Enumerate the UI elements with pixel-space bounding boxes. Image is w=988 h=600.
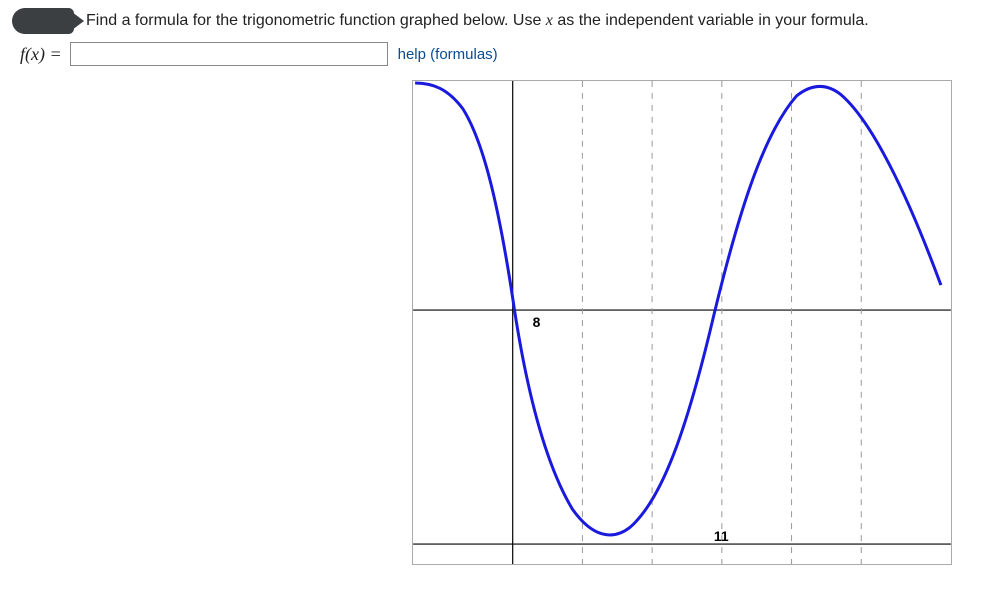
- axis-label-8: 8: [533, 314, 541, 330]
- answer-input[interactable]: [70, 42, 388, 66]
- redaction-blob: [12, 8, 74, 34]
- curve-fx: [415, 83, 941, 535]
- question-suffix: as the independent variable in your form…: [553, 12, 869, 29]
- help-formulas-link[interactable]: help (formulas): [398, 46, 498, 63]
- fx-label: f(x) =: [20, 44, 62, 65]
- graph-container: 8 11: [412, 80, 976, 565]
- question-var: x: [546, 12, 553, 29]
- axis-tick-11: 11: [714, 528, 729, 544]
- question-text: Find a formula for the trigonometric fun…: [86, 12, 869, 30]
- function-graph: 8 11: [412, 80, 952, 565]
- question-prefix: Find a formula for the trigonometric fun…: [86, 12, 546, 29]
